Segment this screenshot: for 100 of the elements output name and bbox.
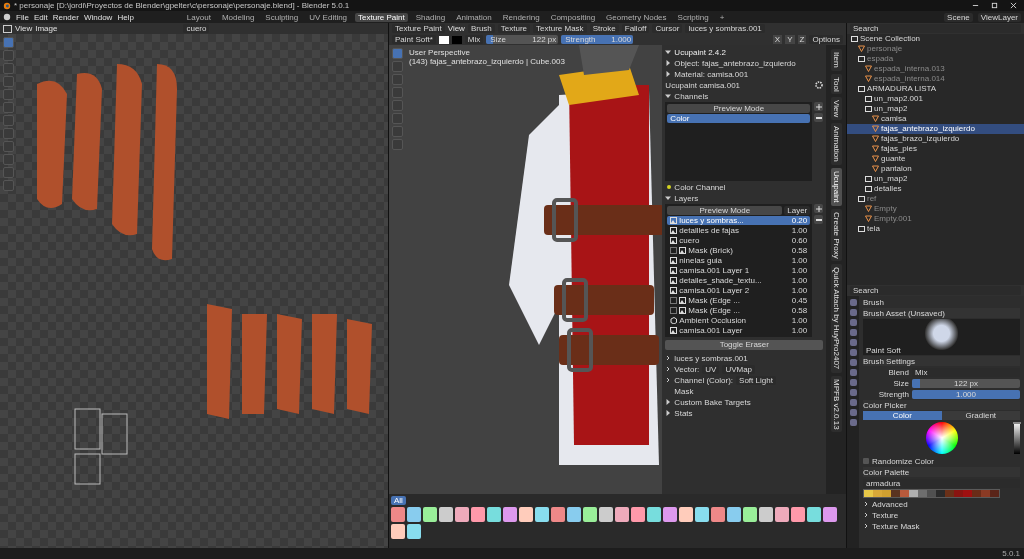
tool-dropdown[interactable]: Falloff: [621, 24, 650, 33]
mask-row[interactable]: Mask: [674, 386, 694, 396]
brush-thumbnail[interactable]: [487, 507, 501, 522]
secondary-color-swatch[interactable]: [451, 35, 462, 44]
brush-thumbnail[interactable]: [455, 507, 469, 522]
object-row[interactable]: Object: fajas_antebrazo_izquierdo: [674, 58, 796, 68]
brush-thumbnail[interactable]: [679, 507, 693, 522]
checkbox[interactable]: [863, 458, 869, 464]
workspace-tab[interactable]: Scripting: [674, 12, 712, 22]
workspace-tab[interactable]: Sculpting: [262, 12, 302, 22]
remove-button[interactable]: [814, 215, 824, 224]
layer-row[interactable]: Ambient Occlusion 1.00: [667, 316, 811, 325]
layer-dropdown[interactable]: Layer: [784, 206, 811, 215]
palette-swatch[interactable]: [927, 490, 936, 497]
remove-button[interactable]: [814, 113, 824, 122]
sidebar-tab[interactable]: Animation: [830, 123, 842, 166]
palette-swatch[interactable]: [945, 490, 954, 497]
outliner-item[interactable]: detalles: [847, 184, 1024, 194]
brush-thumbnail[interactable]: [439, 507, 453, 522]
view-layer-selector[interactable]: ViewLayer: [977, 12, 1021, 22]
brush-thumbnail[interactable]: [599, 507, 613, 522]
brush-thumbnail[interactable]: [823, 507, 837, 522]
brush-selector[interactable]: Paint Soft*: [392, 35, 436, 44]
workspace-tab[interactable]: Compositing: [547, 12, 599, 22]
panel-header[interactable]: Ucupaint 2.4.2: [674, 47, 726, 57]
collapse-arrow-icon[interactable]: [665, 49, 672, 55]
tool-icon[interactable]: [3, 50, 14, 61]
brush-thumbnail[interactable]: [711, 507, 725, 522]
image-selector[interactable]: cuero: [183, 24, 210, 33]
add-button[interactable]: [814, 102, 824, 111]
tool-icon[interactable]: [392, 100, 403, 111]
workspace-tab[interactable]: UV Editing: [306, 12, 351, 22]
outliner-item[interactable]: fajas_pies: [847, 144, 1024, 154]
tool-dropdown[interactable]: Brush: [467, 24, 495, 33]
brush-thumbnail[interactable]: [519, 507, 533, 522]
outliner-item[interactable]: Scene Collection: [847, 34, 1024, 44]
tool-icon[interactable]: [3, 154, 14, 165]
brush-thumbnail[interactable]: [471, 507, 485, 522]
sidebar-tab[interactable]: MPFB v2.0.13: [830, 375, 842, 433]
tool-icon[interactable]: [392, 126, 403, 137]
tool-icon[interactable]: [3, 141, 14, 152]
tool-icon[interactable]: [3, 115, 14, 126]
outliner-item[interactable]: fajas_brazo_izquierdo: [847, 134, 1024, 144]
blend-dropdown[interactable]: Soft Light: [736, 375, 776, 385]
tool-icon[interactable]: [392, 61, 403, 72]
material-row[interactable]: Material: camisa.001: [674, 69, 749, 79]
outliner-item[interactable]: guante: [847, 154, 1024, 164]
strength-slider[interactable]: Strength 1.000: [561, 35, 634, 44]
workspace-tab[interactable]: Modeling: [218, 12, 258, 22]
palette-swatch[interactable]: [873, 490, 882, 497]
palette-swatch[interactable]: [990, 490, 999, 497]
brush-thumbnail[interactable]: [743, 507, 757, 522]
color-wheel[interactable]: [925, 422, 958, 454]
panel-header[interactable]: Advanced: [872, 499, 908, 509]
layer-row[interactable]: detallles de fajas 1.00: [667, 226, 811, 235]
scene-selector[interactable]: Scene: [944, 12, 973, 22]
brush-thumbnail[interactable]: [551, 507, 565, 522]
palette-swatch[interactable]: [918, 490, 927, 497]
checkbox-icon[interactable]: [670, 297, 678, 304]
layer-row[interactable]: ninelas guia 1.00: [667, 256, 811, 265]
search-field[interactable]: Search: [850, 24, 1021, 33]
tool-icon[interactable]: [392, 113, 403, 124]
palette-swatch[interactable]: [900, 490, 909, 497]
brush-thumbnail[interactable]: [727, 507, 741, 522]
tool-icon[interactable]: [3, 167, 14, 178]
layer-row[interactable]: Mask (Edge ... 0.58: [667, 306, 811, 315]
collapse-arrow-icon[interactable]: [665, 195, 672, 201]
tool-icon[interactable]: [392, 48, 403, 59]
outliner-item[interactable]: ARMADURA LISTA: [847, 84, 1024, 94]
collapse-arrow-icon[interactable]: [665, 93, 672, 99]
size-slider[interactable]: 122 px: [912, 378, 1020, 388]
sidebar-tab[interactable]: Tool: [830, 73, 842, 95]
palette-swatch[interactable]: [963, 490, 972, 497]
tool-dropdown[interactable]: Cursor: [652, 24, 683, 33]
picker-tab[interactable]: Color: [863, 411, 942, 420]
tool-icon[interactable]: [392, 139, 403, 150]
mode-selector[interactable]: Texture Paint: [392, 24, 445, 33]
outliner-item[interactable]: camisa: [847, 114, 1024, 124]
tool-icon[interactable]: [3, 180, 14, 191]
tool-dropdown[interactable]: Texture Mask: [533, 24, 587, 33]
checkbox-icon[interactable]: [670, 247, 678, 254]
channel-row[interactable]: Color: [667, 114, 811, 123]
palette-swatch[interactable]: [909, 490, 918, 497]
brush-thumbnail[interactable]: [807, 507, 821, 522]
brush-thumbnail[interactable]: [407, 507, 421, 522]
workspace-tab[interactable]: +: [716, 12, 728, 22]
layer-row[interactable]: camisa.001 Layer 2 1.00: [667, 286, 811, 295]
outliner-item[interactable]: un_map2: [847, 104, 1024, 114]
options-dropdown[interactable]: Options: [809, 35, 843, 44]
tool-icon[interactable]: [3, 128, 14, 139]
outliner-item[interactable]: tela: [847, 224, 1024, 234]
brush-thumbnail[interactable]: [567, 507, 581, 522]
outliner-item[interactable]: un_map2: [847, 174, 1024, 184]
brush-thumbnail[interactable]: [391, 507, 405, 522]
brush-thumbnail[interactable]: [791, 507, 805, 522]
tool-dropdown[interactable]: Texture: [497, 24, 531, 33]
section-header[interactable]: Channels: [674, 91, 709, 101]
layer-row[interactable]: camisa.001 Layer 1 1.00: [667, 266, 811, 275]
workspace-tab[interactable]: Animation: [453, 12, 495, 22]
axis-toggle[interactable]: Y: [785, 35, 795, 44]
